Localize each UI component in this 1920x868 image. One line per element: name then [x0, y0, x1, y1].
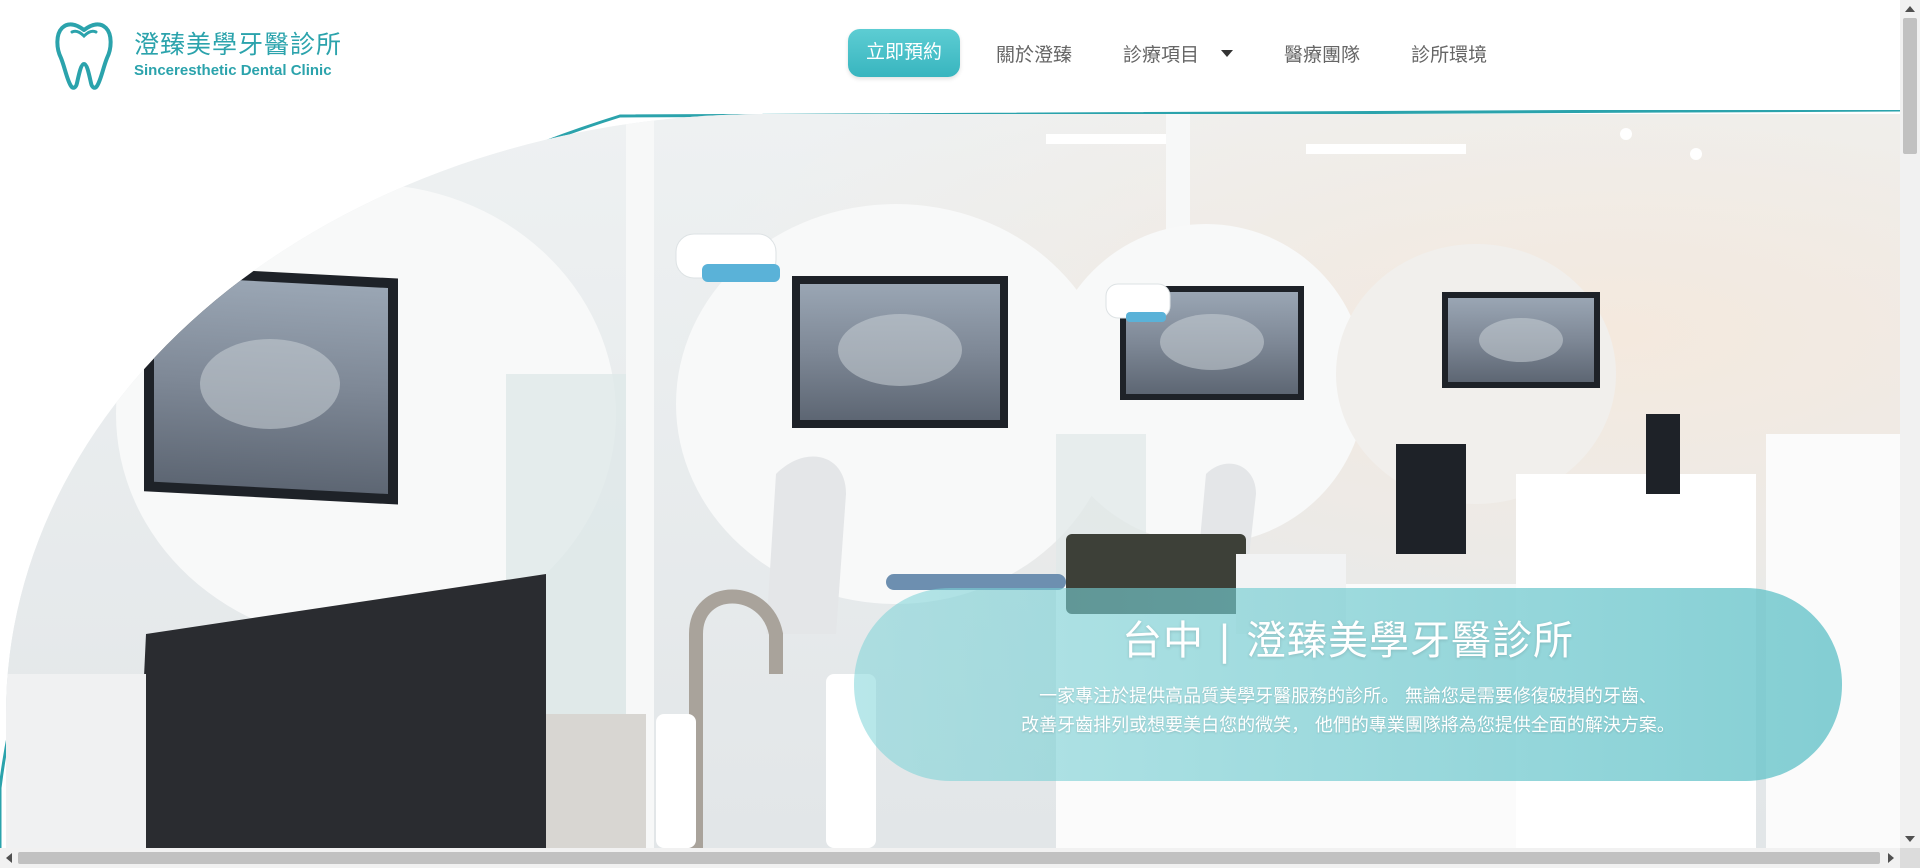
- logo-name-cn: 澄臻美學牙醫診所: [134, 29, 343, 59]
- main-nav: 立即預約 關於澄臻 診療項目 醫療團隊 診所環境: [848, 29, 1538, 77]
- nav-item-label: 診療項目: [1123, 43, 1200, 66]
- site-logo[interactable]: 澄臻美學牙醫診所 Sinceresthetic Dental Clinic: [52, 18, 342, 90]
- scroll-left-arrow-icon[interactable]: [6, 853, 12, 863]
- nav-item-label: 醫療團隊: [1284, 43, 1361, 66]
- vertical-scrollbar[interactable]: [1900, 0, 1920, 848]
- hero-description-line-2: 改善牙齒排列或想要美白您的微笑， 他們的專業團隊將為您提供全面的解決方案。: [1021, 715, 1675, 736]
- nav-item-label: 診所環境: [1411, 43, 1488, 66]
- hero-description: 一家專注於提供高品質美學牙醫服務的診所。 無論您是需要修復破損的牙齒、 改善牙齒…: [854, 682, 1842, 740]
- site-header: 澄臻美學牙醫診所 Sinceresthetic Dental Clinic 立即…: [0, 0, 1900, 110]
- nav-item-team[interactable]: 醫療團隊: [1284, 40, 1360, 67]
- nav-item-label: 關於澄臻: [996, 43, 1073, 66]
- scroll-down-arrow-icon[interactable]: [1905, 836, 1915, 842]
- logo-name-en: Sinceresthetic Dental Clinic: [134, 61, 332, 79]
- nav-item-environment[interactable]: 診所環境: [1411, 40, 1487, 67]
- scrollbar-corner: [1900, 848, 1920, 868]
- horizontal-scroll-thumb[interactable]: [18, 852, 1880, 864]
- vertical-scroll-thumb[interactable]: [1903, 18, 1917, 154]
- nav-item-services[interactable]: 診療項目: [1123, 40, 1234, 67]
- page: 澄臻美學牙醫診所 Sinceresthetic Dental Clinic 立即…: [0, 0, 1900, 848]
- hero-caption: 台中 | 澄臻美學牙醫診所 一家專注於提供高品質美學牙醫服務的診所。 無論您是需…: [854, 588, 1842, 781]
- logo-text: 澄臻美學牙醫診所 Sinceresthetic Dental Clinic: [134, 30, 342, 79]
- caret-down-icon[interactable]: [1221, 49, 1234, 57]
- horizontal-scrollbar[interactable]: [0, 848, 1900, 868]
- scroll-up-arrow-icon[interactable]: [1905, 6, 1915, 12]
- scroll-right-arrow-icon[interactable]: [1888, 853, 1894, 863]
- hero-section: 台中 | 澄臻美學牙醫診所 一家專注於提供高品質美學牙醫服務的診所。 無論您是需…: [0, 108, 1900, 848]
- tooth-icon: [55, 22, 113, 90]
- hero-description-line-1: 一家專注於提供高品質美學牙醫服務的診所。 無論您是需要修復破損的牙齒、: [1039, 686, 1657, 707]
- nav-item-about[interactable]: 關於澄臻: [996, 40, 1072, 67]
- hero-title: 台中 | 澄臻美學牙醫診所: [1122, 618, 1574, 664]
- book-now-button[interactable]: 立即預約: [848, 29, 961, 77]
